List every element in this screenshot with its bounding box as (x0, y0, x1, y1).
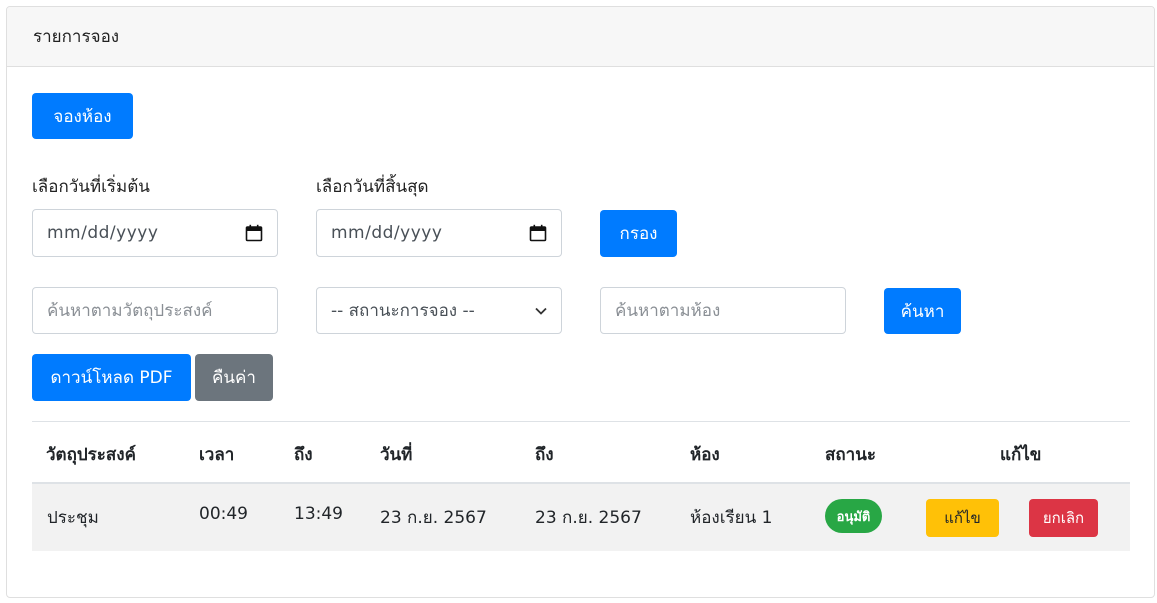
end-date-input[interactable]: mm/dd/yyyy (316, 209, 562, 257)
row-date-start: 23 ก.ย. 2567 (380, 508, 487, 528)
filter-button[interactable]: กรอง (600, 210, 677, 257)
start-date-label: เลือกวันที่เริ่มต้น (32, 177, 150, 197)
cancel-booking-button[interactable]: ยกเลิก (1029, 499, 1098, 537)
header-time: เวลา (199, 445, 235, 465)
download-pdf-button[interactable]: ดาวน์โหลด PDF (32, 354, 191, 401)
purpose-search-placeholder: ค้นหาตามวัตถุประสงค์ (47, 301, 213, 321)
end-date-value: mm/dd/yyyy (331, 223, 443, 243)
calendar-icon[interactable] (529, 224, 547, 242)
row-time-end: 13:49 (294, 504, 343, 524)
search-button[interactable]: ค้นหา (884, 288, 961, 334)
status-select[interactable]: -- สถานะการจอง -- (316, 287, 562, 334)
header-date: วันที่ (380, 445, 413, 465)
table-row: ประชุม 00:49 13:49 23 ก.ย. 2567 23 ก.ย. … (32, 484, 1130, 551)
status-badge: อนุมัติ (825, 499, 882, 533)
purpose-search-input[interactable]: ค้นหาตามวัตถุประสงค์ (32, 287, 278, 334)
header-edit: แก้ไข (1000, 445, 1042, 465)
start-date-value: mm/dd/yyyy (47, 223, 159, 243)
header-room: ห้อง (690, 445, 720, 465)
table-header-row: วัตถุประสงค์ เวลา ถึง วันที่ ถึง ห้อง สถ… (32, 422, 1130, 483)
calendar-icon[interactable] (245, 224, 263, 242)
chevron-down-icon (535, 307, 547, 315)
row-date-end: 23 ก.ย. 2567 (535, 508, 642, 528)
start-date-input[interactable]: mm/dd/yyyy (32, 209, 278, 257)
room-search-placeholder: ค้นหาตามห้อง (615, 301, 721, 321)
header-date-to: ถึง (535, 445, 554, 465)
header-status: สถานะ (825, 445, 876, 465)
header-purpose: วัตถุประสงค์ (46, 445, 136, 465)
card-header: รายการจอง (7, 7, 1154, 67)
room-search-input[interactable]: ค้นหาตามห้อง (600, 287, 846, 334)
status-select-value: -- สถานะการจอง -- (331, 301, 475, 321)
card-title: รายการจอง (33, 27, 120, 47)
row-time-start: 00:49 (199, 504, 248, 524)
reset-button[interactable]: คืนค่า (195, 354, 273, 401)
edit-button[interactable]: แก้ไข (926, 499, 999, 537)
end-date-label: เลือกวันที่สิ้นสุด (316, 177, 429, 197)
header-time-to: ถึง (294, 445, 313, 465)
book-room-button[interactable]: จองห้อง (32, 93, 133, 139)
row-purpose: ประชุม (47, 508, 99, 528)
row-room: ห้องเรียน 1 (690, 508, 773, 528)
